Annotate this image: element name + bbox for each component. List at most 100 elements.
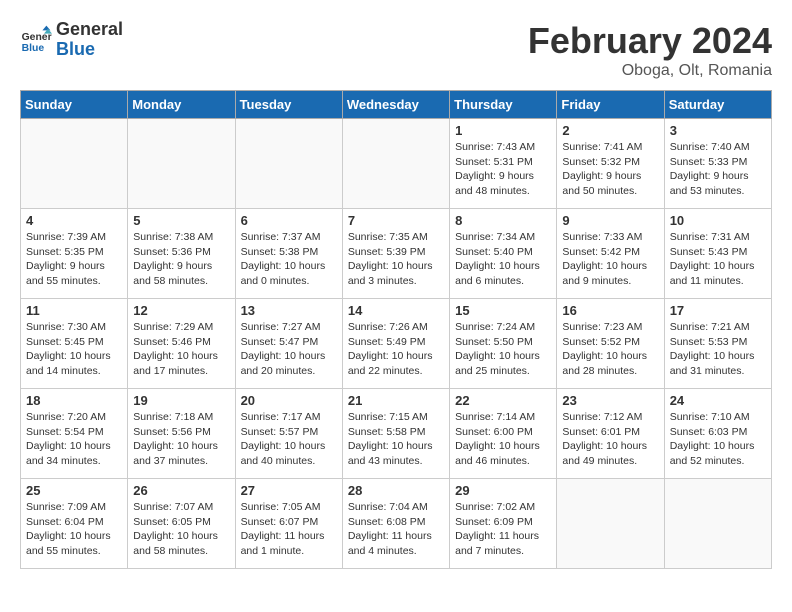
day-detail: Sunrise: 7:40 AMSunset: 5:33 PMDaylight:… [670, 140, 766, 199]
day-detail: Sunrise: 7:27 AMSunset: 5:47 PMDaylight:… [241, 320, 337, 379]
day-number: 14 [348, 303, 444, 318]
weekday-header-friday: Friday [557, 91, 664, 119]
day-number: 10 [670, 213, 766, 228]
day-detail: Sunrise: 7:15 AMSunset: 5:58 PMDaylight:… [348, 410, 444, 469]
calendar-cell: 16 Sunrise: 7:23 AMSunset: 5:52 PMDaylig… [557, 299, 664, 389]
calendar-cell: 8 Sunrise: 7:34 AMSunset: 5:40 PMDayligh… [450, 209, 557, 299]
day-detail: Sunrise: 7:07 AMSunset: 6:05 PMDaylight:… [133, 500, 229, 559]
calendar-cell: 9 Sunrise: 7:33 AMSunset: 5:42 PMDayligh… [557, 209, 664, 299]
day-detail: Sunrise: 7:34 AMSunset: 5:40 PMDaylight:… [455, 230, 551, 289]
day-number: 23 [562, 393, 658, 408]
calendar-cell: 7 Sunrise: 7:35 AMSunset: 5:39 PMDayligh… [342, 209, 449, 299]
calendar-cell: 26 Sunrise: 7:07 AMSunset: 6:05 PMDaylig… [128, 479, 235, 569]
day-number: 21 [348, 393, 444, 408]
day-detail: Sunrise: 7:04 AMSunset: 6:08 PMDaylight:… [348, 500, 444, 559]
day-detail: Sunrise: 7:18 AMSunset: 5:56 PMDaylight:… [133, 410, 229, 469]
day-number: 12 [133, 303, 229, 318]
day-number: 17 [670, 303, 766, 318]
day-detail: Sunrise: 7:20 AMSunset: 5:54 PMDaylight:… [26, 410, 122, 469]
calendar-cell: 24 Sunrise: 7:10 AMSunset: 6:03 PMDaylig… [664, 389, 771, 479]
day-number: 24 [670, 393, 766, 408]
day-number: 4 [26, 213, 122, 228]
day-number: 1 [455, 123, 551, 138]
day-number: 15 [455, 303, 551, 318]
weekday-header-thursday: Thursday [450, 91, 557, 119]
calendar-table: SundayMondayTuesdayWednesdayThursdayFrid… [20, 90, 772, 569]
location: Oboga, Olt, Romania [528, 62, 772, 80]
calendar-cell: 17 Sunrise: 7:21 AMSunset: 5:53 PMDaylig… [664, 299, 771, 389]
day-detail: Sunrise: 7:30 AMSunset: 5:45 PMDaylight:… [26, 320, 122, 379]
day-number: 5 [133, 213, 229, 228]
day-detail: Sunrise: 7:29 AMSunset: 5:46 PMDaylight:… [133, 320, 229, 379]
calendar-cell: 29 Sunrise: 7:02 AMSunset: 6:09 PMDaylig… [450, 479, 557, 569]
day-number: 16 [562, 303, 658, 318]
calendar-cell: 20 Sunrise: 7:17 AMSunset: 5:57 PMDaylig… [235, 389, 342, 479]
calendar-cell [128, 119, 235, 209]
calendar-cell: 23 Sunrise: 7:12 AMSunset: 6:01 PMDaylig… [557, 389, 664, 479]
calendar-cell: 4 Sunrise: 7:39 AMSunset: 5:35 PMDayligh… [21, 209, 128, 299]
logo-general-text: General [56, 20, 123, 40]
calendar-cell: 14 Sunrise: 7:26 AMSunset: 5:49 PMDaylig… [342, 299, 449, 389]
calendar-cell: 18 Sunrise: 7:20 AMSunset: 5:54 PMDaylig… [21, 389, 128, 479]
weekday-header-monday: Monday [128, 91, 235, 119]
calendar-cell: 15 Sunrise: 7:24 AMSunset: 5:50 PMDaylig… [450, 299, 557, 389]
calendar-cell: 11 Sunrise: 7:30 AMSunset: 5:45 PMDaylig… [21, 299, 128, 389]
calendar-cell: 5 Sunrise: 7:38 AMSunset: 5:36 PMDayligh… [128, 209, 235, 299]
calendar-cell [21, 119, 128, 209]
calendar-cell: 10 Sunrise: 7:31 AMSunset: 5:43 PMDaylig… [664, 209, 771, 299]
week-row-5: 25 Sunrise: 7:09 AMSunset: 6:04 PMDaylig… [21, 479, 772, 569]
logo-blue-text: Blue [56, 40, 123, 60]
calendar-cell: 28 Sunrise: 7:04 AMSunset: 6:08 PMDaylig… [342, 479, 449, 569]
calendar-cell [342, 119, 449, 209]
week-row-3: 11 Sunrise: 7:30 AMSunset: 5:45 PMDaylig… [21, 299, 772, 389]
calendar-cell: 12 Sunrise: 7:29 AMSunset: 5:46 PMDaylig… [128, 299, 235, 389]
day-detail: Sunrise: 7:09 AMSunset: 6:04 PMDaylight:… [26, 500, 122, 559]
day-number: 3 [670, 123, 766, 138]
calendar-cell: 3 Sunrise: 7:40 AMSunset: 5:33 PMDayligh… [664, 119, 771, 209]
weekday-header-row: SundayMondayTuesdayWednesdayThursdayFrid… [21, 91, 772, 119]
day-detail: Sunrise: 7:38 AMSunset: 5:36 PMDaylight:… [133, 230, 229, 289]
day-detail: Sunrise: 7:37 AMSunset: 5:38 PMDaylight:… [241, 230, 337, 289]
calendar-cell: 25 Sunrise: 7:09 AMSunset: 6:04 PMDaylig… [21, 479, 128, 569]
weekday-header-saturday: Saturday [664, 91, 771, 119]
day-number: 22 [455, 393, 551, 408]
day-detail: Sunrise: 7:21 AMSunset: 5:53 PMDaylight:… [670, 320, 766, 379]
day-detail: Sunrise: 7:02 AMSunset: 6:09 PMDaylight:… [455, 500, 551, 559]
day-number: 29 [455, 483, 551, 498]
day-detail: Sunrise: 7:39 AMSunset: 5:35 PMDaylight:… [26, 230, 122, 289]
svg-text:Blue: Blue [22, 43, 45, 54]
page-header: General Blue General Blue February 2024 … [20, 20, 772, 80]
day-number: 28 [348, 483, 444, 498]
day-detail: Sunrise: 7:33 AMSunset: 5:42 PMDaylight:… [562, 230, 658, 289]
calendar-cell [664, 479, 771, 569]
day-number: 18 [26, 393, 122, 408]
calendar-cell: 6 Sunrise: 7:37 AMSunset: 5:38 PMDayligh… [235, 209, 342, 299]
day-detail: Sunrise: 7:23 AMSunset: 5:52 PMDaylight:… [562, 320, 658, 379]
calendar-cell [235, 119, 342, 209]
day-number: 13 [241, 303, 337, 318]
day-detail: Sunrise: 7:41 AMSunset: 5:32 PMDaylight:… [562, 140, 658, 199]
week-row-4: 18 Sunrise: 7:20 AMSunset: 5:54 PMDaylig… [21, 389, 772, 479]
day-detail: Sunrise: 7:10 AMSunset: 6:03 PMDaylight:… [670, 410, 766, 469]
calendar-cell: 2 Sunrise: 7:41 AMSunset: 5:32 PMDayligh… [557, 119, 664, 209]
day-detail: Sunrise: 7:35 AMSunset: 5:39 PMDaylight:… [348, 230, 444, 289]
day-detail: Sunrise: 7:12 AMSunset: 6:01 PMDaylight:… [562, 410, 658, 469]
day-detail: Sunrise: 7:17 AMSunset: 5:57 PMDaylight:… [241, 410, 337, 469]
day-detail: Sunrise: 7:26 AMSunset: 5:49 PMDaylight:… [348, 320, 444, 379]
day-number: 19 [133, 393, 229, 408]
day-number: 9 [562, 213, 658, 228]
calendar-cell: 13 Sunrise: 7:27 AMSunset: 5:47 PMDaylig… [235, 299, 342, 389]
day-number: 25 [26, 483, 122, 498]
day-number: 27 [241, 483, 337, 498]
day-number: 20 [241, 393, 337, 408]
week-row-2: 4 Sunrise: 7:39 AMSunset: 5:35 PMDayligh… [21, 209, 772, 299]
day-detail: Sunrise: 7:24 AMSunset: 5:50 PMDaylight:… [455, 320, 551, 379]
day-number: 8 [455, 213, 551, 228]
day-number: 7 [348, 213, 444, 228]
day-number: 11 [26, 303, 122, 318]
logo: General Blue General Blue [20, 20, 123, 60]
day-detail: Sunrise: 7:14 AMSunset: 6:00 PMDaylight:… [455, 410, 551, 469]
calendar-cell: 21 Sunrise: 7:15 AMSunset: 5:58 PMDaylig… [342, 389, 449, 479]
week-row-1: 1 Sunrise: 7:43 AMSunset: 5:31 PMDayligh… [21, 119, 772, 209]
logo-icon: General Blue [20, 24, 52, 56]
